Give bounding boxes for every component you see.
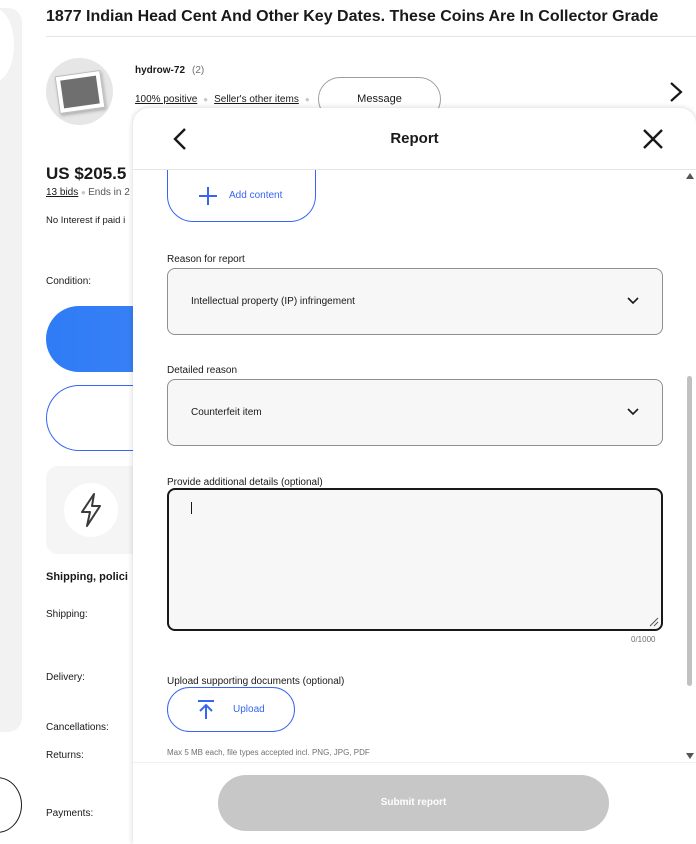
lightning-icon — [64, 483, 118, 537]
reason-value: Intellectual property (IP) infringement — [191, 296, 355, 307]
modal-body: Add content Reason for report Intellectu… — [133, 170, 684, 762]
ends-in: Ends in 2 — [88, 187, 130, 198]
seller-links: 100% positive ● Seller's other items ● — [135, 94, 310, 105]
report-modal: Report Add content Reason for report Int… — [133, 108, 696, 844]
seller-other-items-link[interactable]: Seller's other items — [214, 94, 299, 105]
separator-dot: ● — [203, 95, 209, 104]
modal-header: Report — [133, 108, 696, 170]
detailed-reason-label: Detailed reason — [167, 365, 238, 376]
plus-icon — [199, 186, 217, 205]
text-caret — [191, 502, 192, 514]
add-content-label: Add content — [229, 190, 283, 201]
separator-dot: ● — [304, 95, 310, 104]
character-counter: 0/1000 — [631, 635, 656, 644]
scroll-down-icon[interactable] — [686, 752, 694, 760]
divider — [46, 36, 696, 37]
condition-label: Condition: — [46, 276, 92, 287]
add-content-button[interactable]: Add content — [167, 170, 316, 222]
upload-hint: Max 5 MB each, file types accepted incl.… — [167, 748, 370, 757]
seller-avatar[interactable] — [46, 58, 113, 125]
item-title: 1877 Indian Head Cent And Other Key Date… — [46, 8, 659, 25]
scroll-thumb[interactable] — [687, 376, 692, 686]
details-label: Provide additional details (optional) — [167, 477, 323, 488]
returns-label: Returns: — [46, 750, 84, 761]
payments-label: Payments: — [46, 808, 94, 819]
bids-info: 13 bids ● Ends in 2 — [46, 187, 130, 198]
item-price: US $205.5 — [46, 164, 127, 183]
chevron-down-icon — [627, 297, 639, 305]
cancellations-label: Cancellations: — [46, 722, 109, 733]
left-nav-circle[interactable] — [0, 777, 22, 833]
modal-title: Report — [390, 130, 439, 147]
detailed-reason-select[interactable]: Counterfeit item — [167, 379, 663, 446]
modal-scrollbar[interactable] — [684, 170, 696, 762]
detailed-reason-value: Counterfeit item — [191, 407, 262, 418]
upload-button[interactable]: Upload — [167, 687, 295, 732]
delivery-label: Delivery: — [46, 672, 85, 683]
photo-icon — [54, 69, 105, 114]
financing-note: No Interest if paid i — [46, 215, 126, 226]
upload-label: Upload — [233, 704, 265, 715]
chevron-down-icon — [627, 408, 639, 416]
reason-label: Reason for report — [167, 254, 245, 265]
seller-positive-link[interactable]: 100% positive — [135, 94, 197, 105]
seller-feedback-count: (2) — [192, 65, 205, 76]
modal-footer: Submit report — [133, 762, 696, 844]
chevron-right-icon[interactable] — [667, 80, 687, 104]
scroll-up-icon[interactable] — [686, 172, 694, 180]
listing-page: 1877 Indian Head Cent And Other Key Date… — [0, 0, 696, 844]
seller-name[interactable]: hydrow-72 — [135, 65, 185, 76]
left-rail — [0, 8, 22, 732]
shipping-label: Shipping: — [46, 609, 88, 620]
upload-section-label: Upload supporting documents (optional) — [167, 676, 345, 687]
resize-handle-icon[interactable] — [647, 615, 659, 627]
close-icon[interactable] — [641, 127, 665, 151]
upload-icon — [198, 699, 214, 719]
shipping-heading: Shipping, polici — [46, 571, 128, 583]
details-textarea[interactable] — [167, 488, 663, 631]
submit-report-button[interactable]: Submit report — [218, 775, 609, 831]
reason-select[interactable]: Intellectual property (IP) infringement — [167, 268, 663, 335]
bids-link[interactable]: 13 bids — [46, 187, 78, 198]
